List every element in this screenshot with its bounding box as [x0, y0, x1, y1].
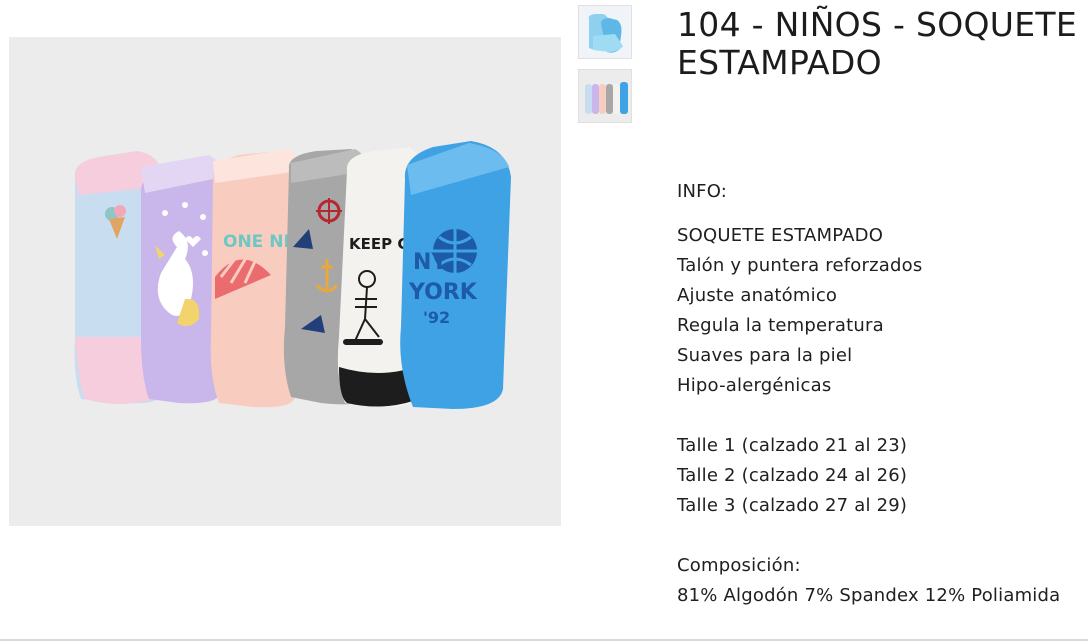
info-heading: INFO:	[677, 181, 728, 202]
socks-illustration: ONE NIGHT KEEP CALLING! NY	[9, 37, 561, 526]
thumbnail-2[interactable]	[578, 69, 632, 123]
main-product-image: ONE NIGHT KEEP CALLING! NY	[9, 37, 561, 526]
size-item: Talle 3 (calzado 27 al 29)	[677, 495, 908, 516]
composition-label: Composición:	[677, 555, 801, 576]
thumbnail-1[interactable]	[578, 5, 632, 59]
size-item: Talle 1 (calzado 21 al 23)	[677, 435, 908, 456]
product-info: INFO: SOQUETE ESTAMPADO Talón y puntera …	[677, 177, 1082, 611]
feature-item: Talón y puntera reforzados	[677, 255, 923, 276]
info-product-name: SOQUETE ESTAMPADO	[677, 225, 884, 246]
thumbnail-1-image	[579, 6, 631, 58]
product-title: 104 - NIÑOS - SOQUETE ESTAMPADO	[677, 5, 1077, 82]
size-item: Talle 2 (calzado 24 al 26)	[677, 465, 908, 486]
sock-new-york: NY YORK '92	[400, 141, 511, 409]
sock-6-text-year: '92	[423, 308, 450, 327]
sock-6-text-top: NY	[413, 250, 448, 275]
sock-unicorn	[140, 155, 223, 404]
feature-item: Ajuste anatómico	[677, 285, 838, 306]
feature-item: Regula la temperatura	[677, 315, 884, 336]
sock-6-text-mid: YORK	[408, 280, 478, 305]
feature-item: Hipo-alergénicas	[677, 375, 832, 396]
feature-item: Suaves para la piel	[677, 345, 853, 366]
thumbnail-2-image	[579, 70, 631, 122]
composition-value: 81% Algodón 7% Spandex 12% Poliamida	[677, 585, 1061, 606]
